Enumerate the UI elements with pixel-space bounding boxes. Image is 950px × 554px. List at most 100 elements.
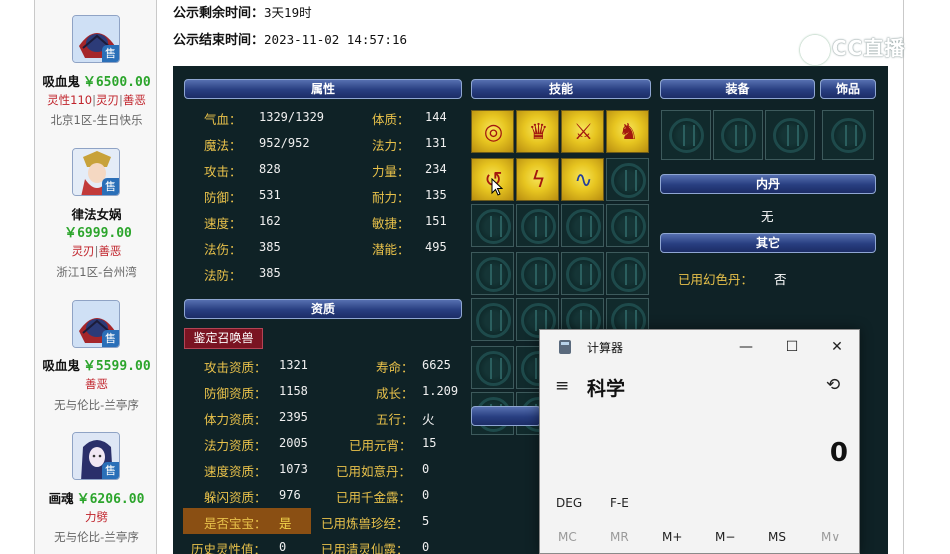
- skill-slot[interactable]: [606, 158, 649, 201]
- appraise-pet-button[interactable]: 鉴定召唤兽: [184, 328, 263, 349]
- mp-label: 魔法：: [204, 138, 242, 153]
- skill-slot[interactable]: [471, 204, 514, 247]
- pet-avatar[interactable]: 售: [72, 300, 120, 348]
- history-icon[interactable]: ⟲: [826, 375, 840, 395]
- memory-add-button[interactable]: M+: [662, 530, 682, 544]
- endurance-value: 135: [425, 188, 447, 202]
- used-lianshou-label: 已用炼兽珍经：: [321, 516, 409, 531]
- mana-aptitude-value: 2005: [279, 436, 308, 450]
- skill-slot[interactable]: [606, 252, 649, 295]
- mp-value: 952/952: [259, 136, 310, 150]
- memory-store-button[interactable]: MS: [768, 530, 786, 544]
- mana-label: 法力：: [372, 138, 410, 153]
- speed-aptitude-label: 速度资质：: [204, 464, 267, 479]
- minimize-button[interactable]: —: [726, 334, 766, 360]
- skill-slot[interactable]: [606, 204, 649, 247]
- strength-value: 234: [425, 162, 447, 176]
- cc-logo-icon: [800, 34, 830, 65]
- used-yuanxiao-value: 15: [422, 436, 437, 450]
- attack-aptitude-value: 1321: [279, 358, 308, 372]
- used-qianjin-label: 已用千金露：: [336, 490, 412, 505]
- pet-avatar[interactable]: 售: [72, 15, 120, 63]
- used-color-pill-label: 已用幻色丹：: [678, 272, 754, 287]
- skill-tag: 善恶: [122, 93, 146, 107]
- watermark-text: CC直播: [832, 36, 906, 60]
- magic-damage-label: 法伤：: [204, 242, 242, 257]
- notice-remaining-value: 3天19时: [264, 5, 312, 20]
- used-qianjin-value: 0: [422, 488, 430, 502]
- used-ruyi-label: 已用如意丹：: [336, 464, 412, 479]
- pet-skill-tags: 善恶: [35, 376, 158, 392]
- calculator-app-icon: [559, 340, 571, 354]
- pet-title[interactable]: 律法女娲: [35, 204, 158, 223]
- equipment-slot[interactable]: [661, 110, 711, 160]
- notice-end-value: 2023-11-02 14:57:16: [264, 32, 408, 47]
- sell-badge: 售: [102, 45, 119, 62]
- accessory-header: 饰品: [820, 79, 876, 99]
- sword-skill-icon[interactable]: ⚔: [561, 110, 604, 153]
- defense-aptitude-value: 1158: [279, 384, 308, 398]
- defense-label: 防御：: [204, 190, 242, 205]
- pet-price: ￥6500.00: [82, 75, 151, 90]
- swirl-skill-icon[interactable]: ◎: [471, 110, 514, 153]
- memory-list-button[interactable]: M∨: [821, 530, 840, 544]
- close-button[interactable]: ✕: [817, 334, 857, 360]
- pet-name[interactable]: 吸血鬼: [42, 74, 80, 89]
- pet-title[interactable]: 吸血鬼 ￥5599.00: [35, 355, 158, 374]
- pet-name[interactable]: 律法女娲: [71, 207, 121, 222]
- memory-recall-button[interactable]: MR: [610, 530, 629, 544]
- cc-live-watermark: CC直播: [800, 32, 905, 65]
- fe-button[interactable]: F-E: [610, 496, 629, 510]
- memory-clear-button[interactable]: MC: [558, 530, 577, 544]
- memory-subtract-button[interactable]: M−: [715, 530, 735, 544]
- notice-remaining: 公示剩余时间：3天19时: [173, 2, 312, 21]
- pet-price: ￥6206.00: [76, 492, 145, 507]
- menu-icon[interactable]: ≡: [555, 376, 569, 396]
- pet-skill-tags: 灵性110|灵刃|善恶: [47, 93, 146, 107]
- skill-slot[interactable]: [516, 252, 559, 295]
- serpent-skill-icon[interactable]: ∿: [561, 158, 604, 201]
- skills-header: 技能: [471, 79, 651, 99]
- lightning-skill-icon[interactable]: ϟ: [516, 158, 559, 201]
- maximize-button[interactable]: ☐: [772, 334, 812, 360]
- endurance-label: 耐力：: [372, 190, 410, 205]
- skill-tag: 灵刃: [71, 244, 95, 258]
- used-color-pill-value: 否: [774, 272, 787, 287]
- shrine-skill-icon[interactable]: ♛: [516, 110, 559, 153]
- skill-slot[interactable]: [561, 204, 604, 247]
- equipment-slot[interactable]: [765, 110, 815, 160]
- pet-price: ￥5599.00: [82, 359, 151, 374]
- accessory-slot[interactable]: [822, 110, 874, 160]
- agility-value: 151: [425, 214, 447, 228]
- skill-slot[interactable]: [516, 204, 559, 247]
- element-value: 火: [422, 412, 435, 427]
- figure-skill-icon[interactable]: ♞: [606, 110, 649, 153]
- magic-defense-label: 法防：: [204, 268, 242, 283]
- skill-slot[interactable]: [471, 298, 514, 341]
- pet-name[interactable]: 画魂: [49, 491, 74, 506]
- equipment-slot[interactable]: [713, 110, 763, 160]
- agility-label: 敏捷：: [372, 216, 410, 231]
- page: 售 吸血鬼 ￥6500.00 灵性110|灵刃|善恶 北京1区-生日快乐 售 律法…: [0, 0, 950, 554]
- pet-name[interactable]: 吸血鬼: [42, 358, 80, 373]
- pet-avatar[interactable]: 售: [72, 432, 120, 480]
- attributes-header: 属性: [184, 79, 462, 99]
- pet-title[interactable]: 画魂 ￥6206.00: [35, 488, 158, 507]
- deg-button[interactable]: DEG: [556, 496, 582, 510]
- history-spirit-label: 历史灵性值：: [191, 542, 267, 554]
- lifespan-value: 6625: [422, 358, 451, 372]
- calculator-titlebar[interactable]: 计算器 — ☐ ✕: [540, 330, 859, 362]
- pet-avatar[interactable]: 售: [72, 148, 120, 196]
- content-border: [903, 0, 904, 554]
- inner-dan-value: 无: [761, 209, 774, 224]
- skill-slot[interactable]: [471, 252, 514, 295]
- skill-tag: 善恶: [98, 244, 122, 258]
- defense-aptitude-label: 防御资质：: [204, 386, 267, 401]
- pet-title[interactable]: 吸血鬼 ￥6500.00: [35, 71, 158, 90]
- skill-slot[interactable]: [561, 252, 604, 295]
- skill-slot[interactable]: [471, 346, 514, 389]
- sell-badge: 售: [102, 330, 119, 347]
- used-qingling-value: 0: [422, 540, 430, 554]
- defense-value: 531: [259, 188, 281, 202]
- hp-value: 1329/1329: [259, 110, 325, 124]
